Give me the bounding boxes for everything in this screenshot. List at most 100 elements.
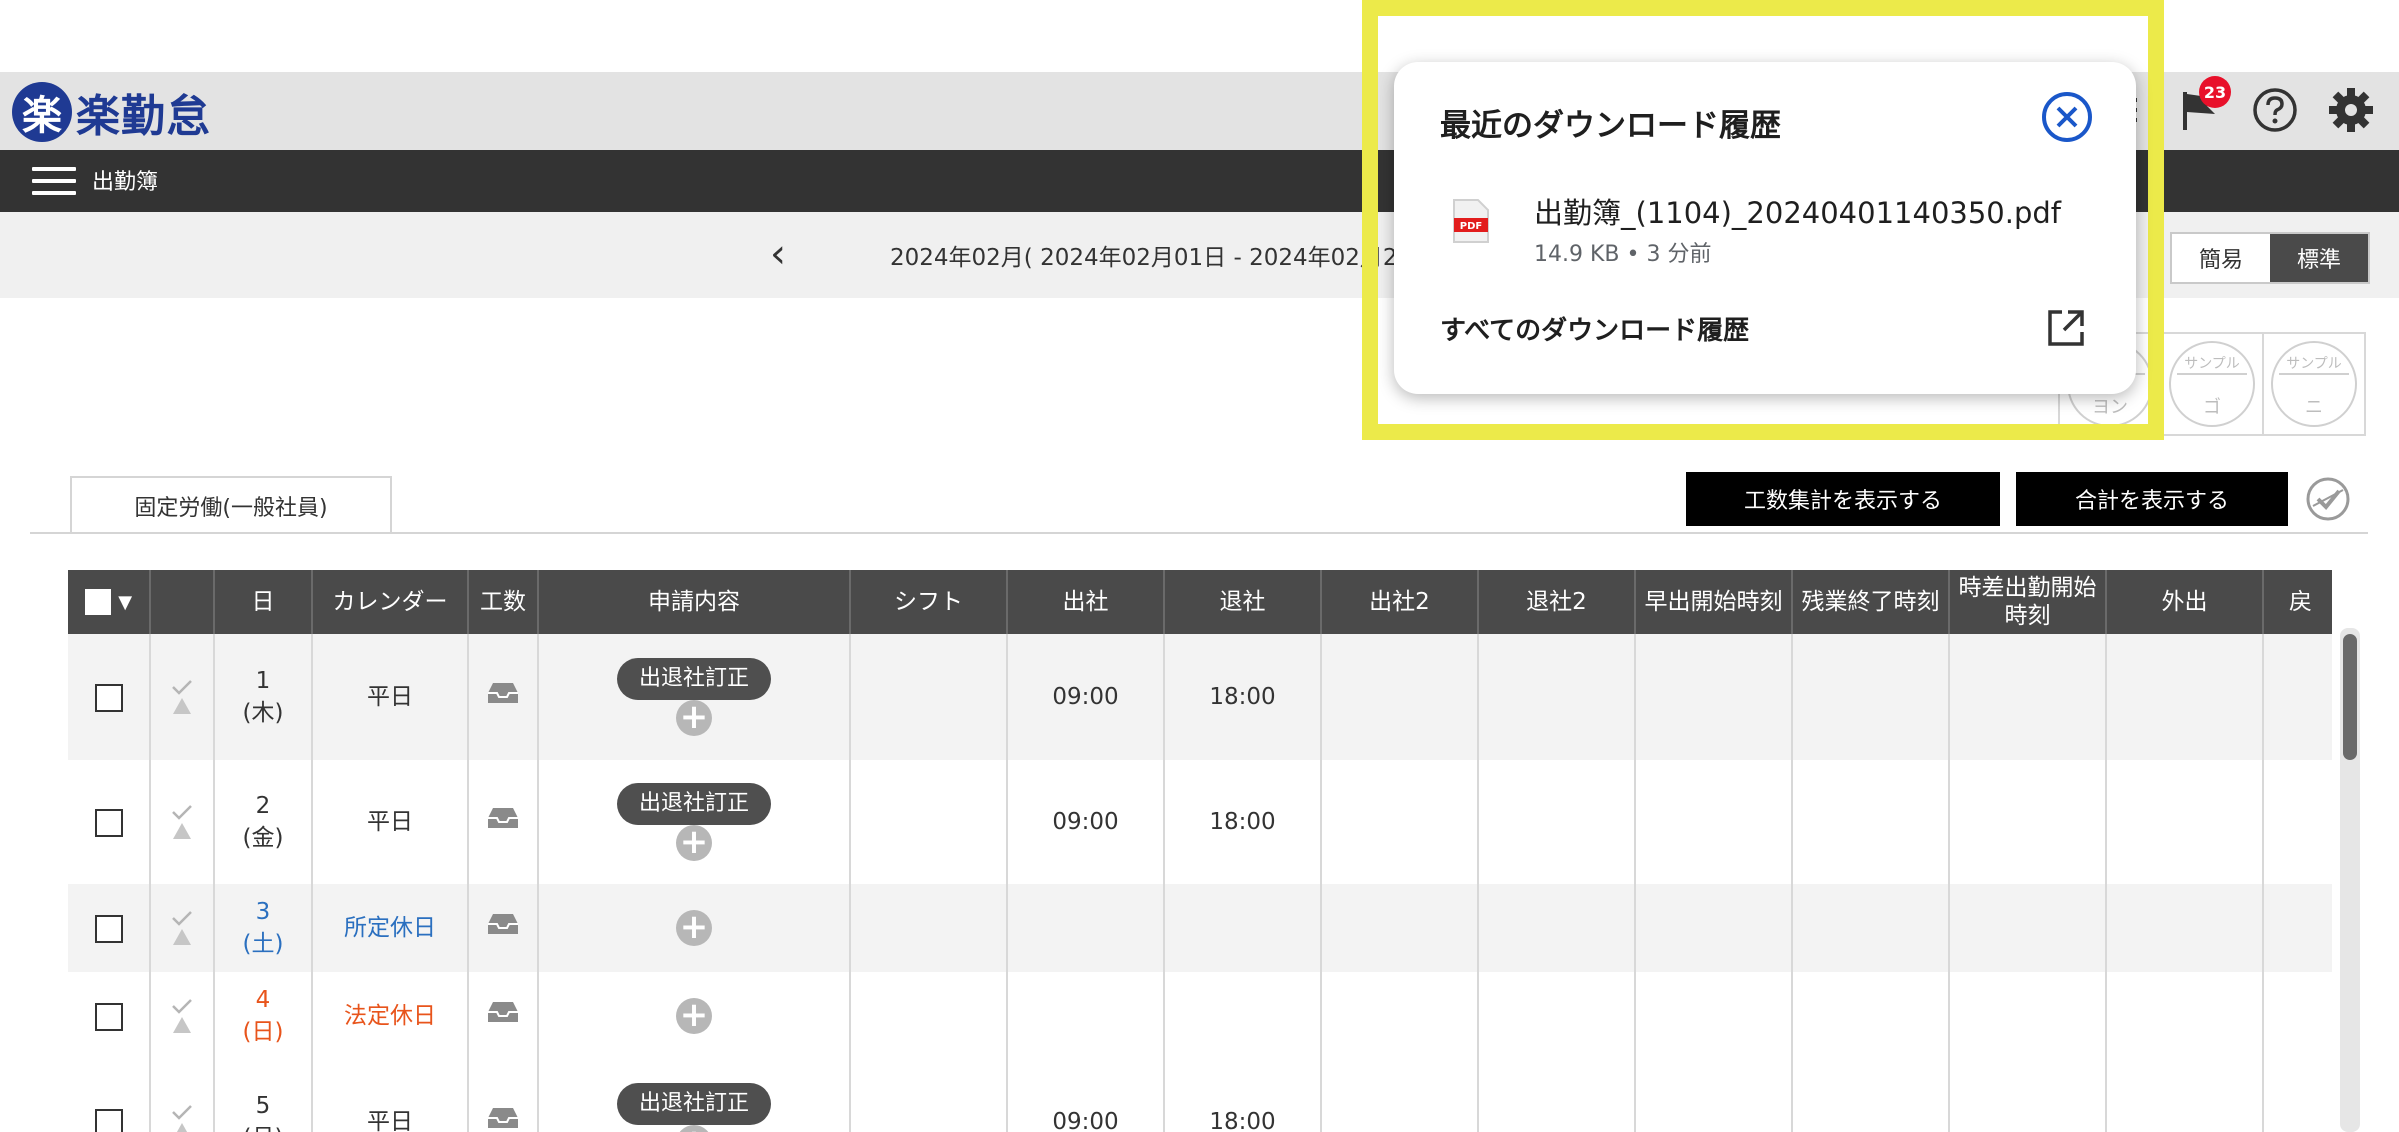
shift-header: シフト [850, 570, 1008, 634]
settings-gear-icon[interactable] [2325, 84, 2377, 136]
clock-out-cell: 18:00 [1164, 1060, 1322, 1132]
add-request-icon[interactable]: + [676, 909, 712, 946]
open-external-icon[interactable] [2046, 308, 2086, 348]
row-checkbox[interactable] [94, 1002, 123, 1031]
view-standard-button[interactable]: 標準 [2270, 234, 2368, 282]
tab-fixed-labor[interactable]: 固定労働(一般社員) [70, 476, 392, 534]
clock-out-cell: 18:00 [1164, 634, 1322, 760]
row-checkbox[interactable] [94, 1108, 123, 1132]
select-all-checkbox[interactable] [84, 588, 111, 615]
clock-in-cell: 09:00 [1007, 760, 1165, 884]
stamp-box: サンプルニ [2262, 332, 2366, 436]
row-checkbox[interactable] [94, 914, 123, 943]
request-pill[interactable]: 出退社訂正 [616, 657, 771, 700]
approve-check-icon[interactable] [2305, 476, 2351, 522]
man-hours-tray-icon[interactable] [468, 760, 539, 884]
day-header: 日 [214, 570, 313, 634]
show-totals-button[interactable]: 合計を表示する [2016, 472, 2288, 526]
outing-header: 外出 [2106, 570, 2264, 634]
logo-text: 楽勤怠 [76, 91, 211, 142]
request-cell: + [538, 972, 851, 1060]
notification-badge: 23 [2199, 76, 2231, 108]
request-cell: 出退社訂正+ [538, 1060, 851, 1132]
table-row: 4 (日) 法定休日 + [68, 972, 2332, 1060]
day-cell: 4 (日) [214, 972, 313, 1060]
table-row: 1 (木) 平日 出退社訂正 + 09:00 18:00 [68, 634, 2332, 760]
request-cell: 出退社訂正+ [538, 760, 851, 884]
day-cell: 1 (木) [214, 634, 313, 760]
scrollbar-thumb[interactable] [2343, 634, 2357, 760]
man-hours-header: 工数 [468, 570, 539, 634]
add-request-icon[interactable]: + [676, 699, 712, 736]
view-simple-button[interactable]: 簡易 [2172, 234, 2270, 282]
tab-divider [30, 532, 2368, 534]
clock-in-cell: 09:00 [1007, 634, 1165, 760]
row-status-icons [151, 1104, 213, 1132]
status-header [150, 570, 215, 634]
table-row: 3 (土) 所定休日 + [68, 884, 2332, 972]
clock-in-cell: 09:00 [1007, 1060, 1165, 1132]
row-status-icons [151, 910, 213, 946]
calendar-cell: 所定休日 [312, 884, 469, 972]
popup-title: 最近のダウンロード履歴 [1440, 108, 1781, 144]
request-cell: + [538, 884, 851, 972]
row-status-icons [151, 998, 213, 1034]
previous-period-button[interactable]: ‹ [770, 230, 786, 278]
calendar-cell: 平日 [312, 760, 469, 884]
day-cell: 3 (土) [214, 884, 313, 972]
add-request-icon[interactable]: + [676, 1124, 712, 1132]
help-icon[interactable] [2249, 84, 2301, 136]
row-checkbox[interactable] [94, 683, 123, 712]
view-mode-toggle: 簡易 標準 [2170, 232, 2370, 284]
row-checkbox[interactable] [94, 808, 123, 837]
add-request-icon[interactable]: + [676, 997, 712, 1034]
clock-in2-header: 出社2 [1321, 570, 1479, 634]
row-status-icons [151, 804, 213, 840]
add-request-icon[interactable]: + [676, 824, 712, 861]
period-range: 2024年02月( 2024年02月01日 - 2024年02月2 [890, 245, 1398, 271]
staggered-start-header: 時差出勤開始時刻 [1949, 570, 2107, 634]
close-icon[interactable] [2040, 90, 2094, 144]
clock-out-cell: 18:00 [1164, 760, 1322, 884]
page: 楽 楽勤怠 23 出勤簿 ‹ 2024年02月(2024年02月01日 - 2… [0, 0, 2399, 1132]
stamp: サンプルニ [2271, 341, 2357, 427]
stamp-box: サンプルゴ [2160, 332, 2264, 436]
calendar-cell: 平日 [312, 1060, 469, 1132]
table-header-row: ▼ 日 カレンダー 工数 申請内容 シフト 出社 退社 出社2 退社2 早出開始… [68, 570, 2332, 634]
notification-flag-icon[interactable]: 23 [2173, 76, 2231, 136]
request-pill[interactable]: 出退社訂正 [616, 782, 771, 825]
show-man-hours-button[interactable]: 工数集計を表示する [1686, 472, 2000, 526]
day-cell: 5(月) [214, 1060, 313, 1132]
app-logo[interactable]: 楽 楽勤怠 [12, 80, 211, 144]
stamp: サンプルゴ [2169, 341, 2255, 427]
return-header: 戻 [2263, 570, 2332, 634]
man-hours-tray-icon[interactable] [468, 634, 539, 760]
man-hours-tray-icon[interactable] [468, 1060, 539, 1132]
hamburger-menu-icon[interactable] [32, 167, 76, 195]
early-start-header: 早出開始時刻 [1635, 570, 1793, 634]
page-title: 出勤簿 [92, 170, 159, 195]
request-header: 申請内容 [538, 570, 851, 634]
pdf-file-icon: PDF [1452, 198, 1490, 244]
calendar-cell: 平日 [312, 634, 469, 760]
day-cell: 2 (金) [214, 760, 313, 884]
all-downloads-link[interactable]: すべてのダウンロード履歴 [1440, 310, 1749, 347]
calendar-header: カレンダー [312, 570, 469, 634]
clock-in-header: 出社 [1007, 570, 1165, 634]
row-status-icons [151, 679, 213, 715]
table-row: 2 (金) 平日 出退社訂正 + 09:00 18:00 [68, 760, 2332, 884]
clock-out-header: 退社 [1164, 570, 1322, 634]
attendance-table: ▼ 日 カレンダー 工数 申請内容 シフト 出社 退社 出社2 退社2 早出開始… [68, 570, 2332, 1132]
request-pill[interactable]: 出退社訂正 [616, 1082, 771, 1125]
svg-text:PDF: PDF [1460, 221, 1482, 232]
select-all-header[interactable]: ▼ [68, 570, 151, 634]
download-history-popup: 最近のダウンロード履歴 PDF 出勤簿_(1104)_2024040114035… [1394, 62, 2136, 394]
man-hours-tray-icon[interactable] [468, 972, 539, 1060]
table-row: 5(月) 平日 出退社訂正+ 09:00 18:00 [68, 1060, 2332, 1132]
download-file-meta: 14.9 KB • 3 分前 [1534, 242, 1712, 267]
clock-out2-header: 退社2 [1478, 570, 1636, 634]
calendar-cell: 法定休日 [312, 972, 469, 1060]
download-file-name[interactable]: 出勤簿_(1104)_20240401140350.pdf [1534, 190, 2061, 232]
overtime-end-header: 残業終了時刻 [1792, 570, 1950, 634]
man-hours-tray-icon[interactable] [468, 884, 539, 972]
